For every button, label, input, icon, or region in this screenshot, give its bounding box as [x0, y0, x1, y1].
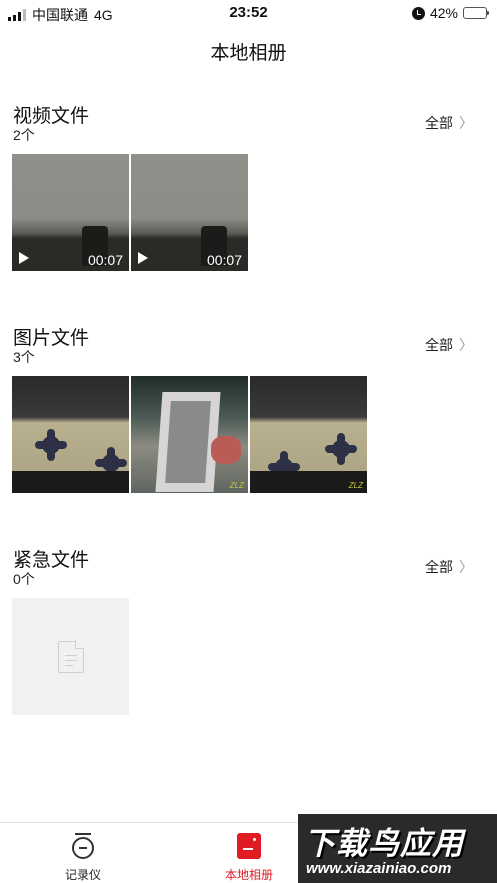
- dark-strip: [12, 471, 129, 493]
- album-icon: [237, 833, 261, 859]
- view-all-photos-button[interactable]: 全部 〉: [425, 335, 473, 355]
- battery-percent: 42%: [429, 5, 458, 21]
- view-all-label: 全部: [425, 337, 453, 353]
- watermark-url: www.xiazainiao.com: [306, 860, 452, 877]
- view-all-label: 全部: [425, 559, 453, 575]
- camera-watermark: ZLZ: [348, 481, 363, 490]
- section-title: 紧急文件: [13, 550, 90, 571]
- recorder-icon: [71, 833, 95, 859]
- emergency-grid: [12, 598, 129, 715]
- scene-red-object: [211, 436, 241, 464]
- section-title: 图片文件: [13, 328, 90, 349]
- fabric-flower: [325, 433, 357, 465]
- battery-icon: [463, 7, 489, 19]
- status-right: 42%: [411, 5, 489, 21]
- fabric-flower: [95, 447, 127, 479]
- tab-label: 记录仪: [64, 868, 101, 882]
- view-all-label: 全部: [425, 115, 453, 131]
- chevron-right-icon: 〉: [459, 337, 473, 353]
- photo-thumbnail[interactable]: ZLZ: [131, 376, 248, 493]
- watermark-title: 下载鸟应用: [304, 826, 464, 861]
- video-grid: 00:07 00:07: [12, 154, 248, 271]
- site-watermark: 下载鸟应用 www.xiazainiao.com: [298, 814, 497, 883]
- chevron-right-icon: 〉: [459, 559, 473, 575]
- fabric-flower: [35, 429, 67, 461]
- status-bar: 中国联通 4G 23:52 42%: [0, 0, 497, 26]
- view-all-emergency-button[interactable]: 全部 〉: [425, 557, 473, 577]
- view-all-videos-button[interactable]: 全部 〉: [425, 113, 473, 133]
- video-thumbnail[interactable]: 00:07: [131, 154, 248, 271]
- section-title: 视频文件: [13, 106, 90, 127]
- alarm-icon: [411, 6, 425, 20]
- section-count: 3个: [13, 349, 35, 365]
- scene-frame: [155, 392, 221, 492]
- play-icon: [138, 252, 148, 264]
- photo-thumbnail[interactable]: ZLZ: [250, 376, 367, 493]
- video-duration: 00:07: [206, 252, 242, 268]
- document-icon: [57, 640, 84, 673]
- tab-recorder[interactable]: 记录仪: [0, 823, 166, 883]
- play-icon: [19, 252, 29, 264]
- photo-grid: ZLZ ZLZ: [12, 376, 367, 493]
- photo-thumbnail[interactable]: [12, 376, 129, 493]
- page-title: 本地相册: [210, 43, 287, 64]
- camera-watermark: ZLZ: [229, 481, 244, 490]
- empty-placeholder: [12, 598, 129, 715]
- section-count: 2个: [13, 127, 35, 143]
- video-duration: 00:07: [87, 252, 123, 268]
- video-thumbnail[interactable]: 00:07: [12, 154, 129, 271]
- section-count: 0个: [13, 571, 35, 587]
- chevron-right-icon: 〉: [459, 115, 473, 131]
